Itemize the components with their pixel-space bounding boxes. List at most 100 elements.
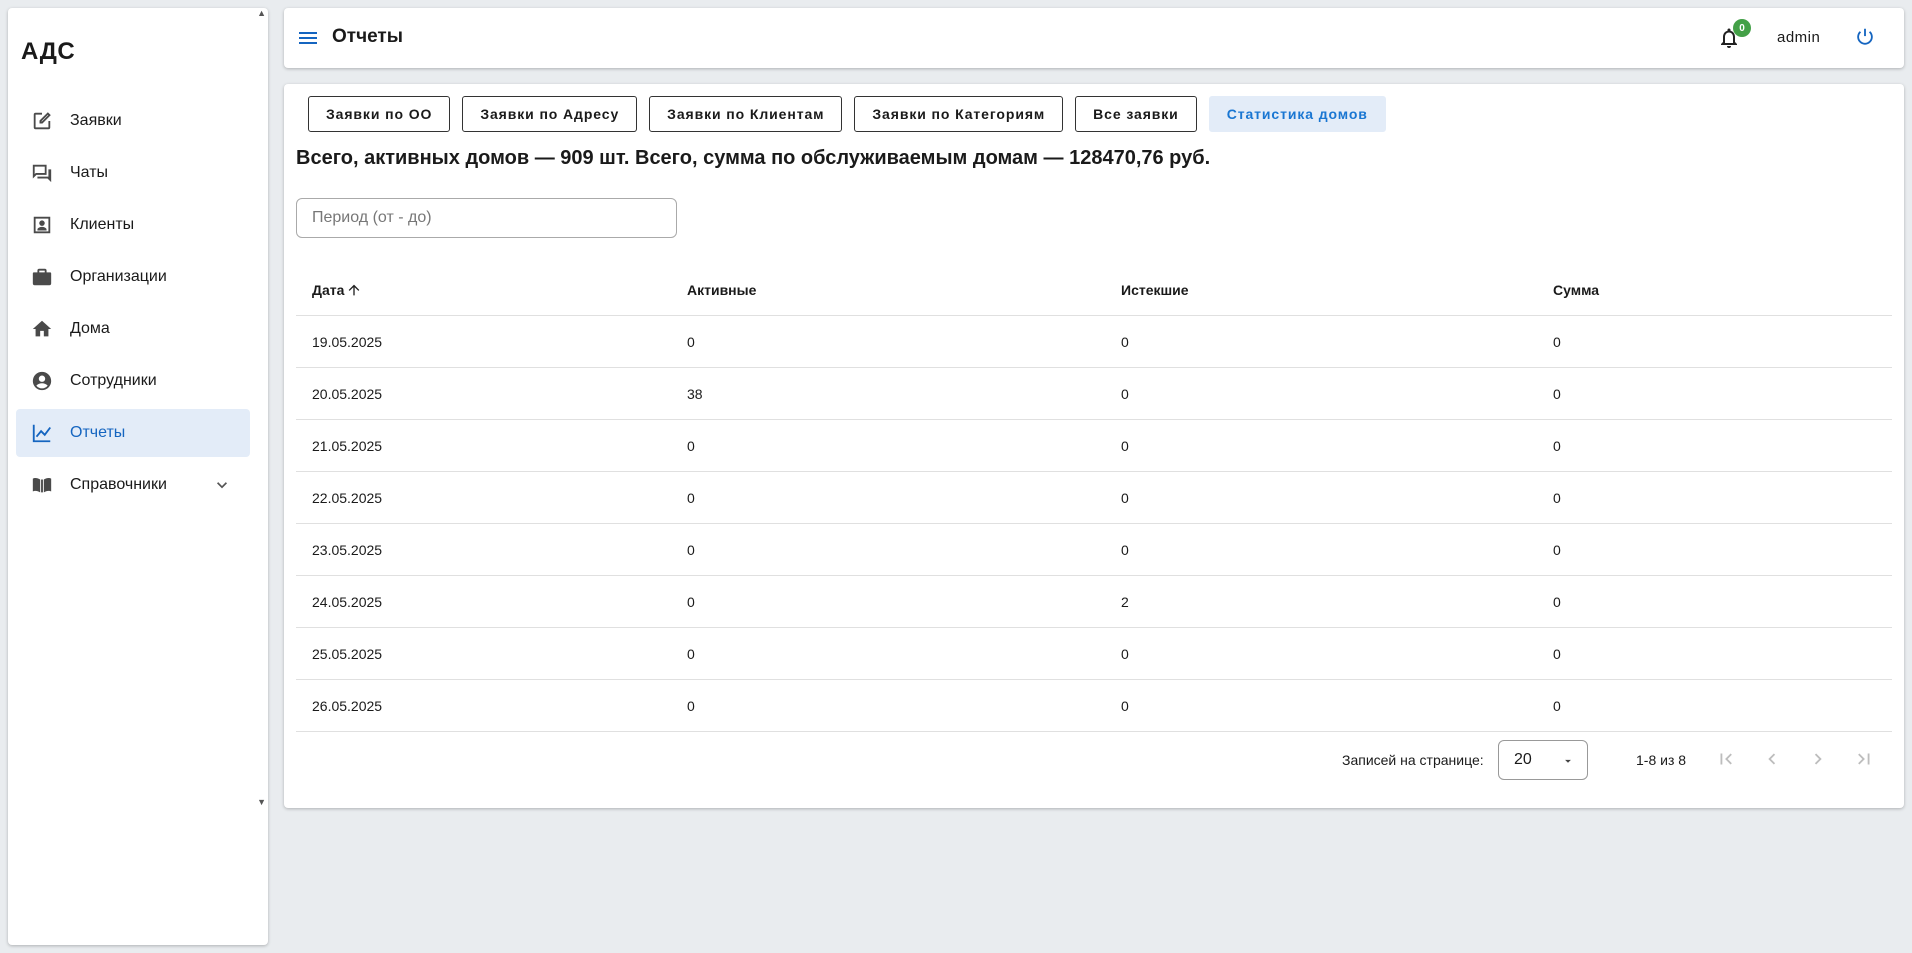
- page-title: Отчеты: [332, 26, 403, 47]
- cell-active: 0: [687, 437, 695, 454]
- cell-date: 22.05.2025: [312, 489, 383, 506]
- rows-per-page-label: Записей на странице:: [1342, 752, 1484, 768]
- table-row: 20.05.2025 38 0 0: [296, 368, 1892, 420]
- sidebar-item-label: Сотрудники: [70, 372, 157, 389]
- sidebar-item-chats[interactable]: Чаты: [16, 149, 250, 197]
- reports-panel: Заявки по ОО Заявки по Адресу Заявки по …: [284, 84, 1904, 808]
- column-header-date[interactable]: Дата: [296, 282, 671, 298]
- sidebar-item-label: Клиенты: [70, 216, 135, 233]
- sidebar-item-label: Заявки: [70, 112, 122, 129]
- table-row: 26.05.2025 0 0 0: [296, 680, 1892, 732]
- menu-icon[interactable]: [296, 26, 320, 50]
- cell-date: 26.05.2025: [312, 697, 383, 714]
- contact-card-icon: [30, 213, 54, 237]
- cell-date: 21.05.2025: [312, 437, 383, 454]
- next-page-icon[interactable]: [1807, 748, 1831, 772]
- rows-per-page-select[interactable]: 20: [1498, 740, 1588, 780]
- tab-house-statistics[interactable]: Статистика домов: [1208, 96, 1386, 132]
- table-row: 22.05.2025 0 0 0: [296, 472, 1892, 524]
- sidebar-item-label: Дома: [70, 320, 110, 337]
- column-header-active[interactable]: Активные: [671, 282, 1105, 298]
- home-icon: [30, 317, 54, 341]
- sidebar-item-directories[interactable]: Справочники: [16, 461, 250, 509]
- dropdown-arrow-icon: [1561, 754, 1575, 768]
- column-header-label: Дата: [312, 281, 345, 298]
- cell-sum: 0: [1553, 333, 1561, 350]
- column-header-sum[interactable]: Сумма: [1537, 282, 1892, 298]
- sidebar-item-label: Справочники: [70, 476, 167, 493]
- sidebar: ▲ АДС Заявки Чаты Клиенты Организации До…: [8, 8, 268, 945]
- tab-requests-by-address[interactable]: Заявки по Адресу: [462, 96, 638, 132]
- sidebar-item-organizations[interactable]: Организации: [16, 253, 250, 301]
- sidebar-item-clients[interactable]: Клиенты: [16, 201, 250, 249]
- cell-expired: 0: [1121, 437, 1129, 454]
- cell-date: 19.05.2025: [312, 333, 383, 350]
- power-icon[interactable]: [1854, 26, 1878, 50]
- cell-date: 24.05.2025: [312, 593, 383, 610]
- cell-active: 0: [687, 333, 695, 350]
- cell-sum: 0: [1553, 645, 1561, 662]
- top-bar: Отчеты 0 admin: [284, 8, 1904, 68]
- tab-requests-by-categories[interactable]: Заявки по Категориям: [854, 96, 1064, 132]
- table-header: Дата Активные Истекшие Сумма: [296, 264, 1892, 316]
- sidebar-item-requests[interactable]: Заявки: [16, 97, 250, 145]
- table-row: 19.05.2025 0 0 0: [296, 316, 1892, 368]
- report-tabs: Заявки по ОО Заявки по Адресу Заявки по …: [308, 96, 1386, 132]
- tab-requests-by-clients[interactable]: Заявки по Клиентам: [649, 96, 843, 132]
- sidebar-item-label: Чаты: [70, 164, 109, 181]
- edit-icon: [30, 109, 54, 133]
- sidebar-item-houses[interactable]: Дома: [16, 305, 250, 353]
- chevron-down-icon[interactable]: [212, 475, 232, 495]
- sort-arrow-up-icon[interactable]: [346, 282, 362, 298]
- summary-text: Всего, активных домов — 909 шт. Всего, с…: [296, 147, 1211, 169]
- period-input[interactable]: [296, 198, 677, 238]
- cell-active: 0: [687, 593, 695, 610]
- username[interactable]: admin: [1777, 29, 1820, 46]
- cell-expired: 2: [1121, 593, 1129, 610]
- sidebar-item-reports[interactable]: Отчеты: [16, 409, 250, 457]
- sidebar-item-employees[interactable]: Сотрудники: [16, 357, 250, 405]
- chat-icon: [30, 161, 54, 185]
- cell-expired: 0: [1121, 645, 1129, 662]
- cell-active: 38: [687, 385, 703, 402]
- briefcase-icon: [30, 265, 54, 289]
- account-circle-icon: [30, 369, 54, 393]
- cell-sum: 0: [1553, 489, 1561, 506]
- rows-per-page-value: 20: [1514, 751, 1532, 768]
- cell-expired: 0: [1121, 385, 1129, 402]
- table-row: 25.05.2025 0 0 0: [296, 628, 1892, 680]
- cell-sum: 0: [1553, 437, 1561, 454]
- cell-active: 0: [687, 645, 695, 662]
- cell-date: 23.05.2025: [312, 541, 383, 558]
- tab-all-requests[interactable]: Все заявки: [1075, 96, 1197, 132]
- cell-date: 25.05.2025: [312, 645, 383, 662]
- app-logo: АДС: [21, 38, 76, 65]
- pagination: Записей на странице: 20 1-8 из 8: [284, 740, 1904, 780]
- table-row: 24.05.2025 0 2 0: [296, 576, 1892, 628]
- notification-badge: 0: [1733, 19, 1751, 37]
- scroll-down-arrow-icon[interactable]: ▼: [257, 797, 266, 807]
- table-row: 21.05.2025 0 0 0: [296, 420, 1892, 472]
- cell-active: 0: [687, 697, 695, 714]
- previous-page-icon[interactable]: [1761, 748, 1785, 772]
- statistics-table: Дата Активные Истекшие Сумма 19.05.2025 …: [296, 264, 1892, 732]
- cell-sum: 0: [1553, 541, 1561, 558]
- cell-sum: 0: [1553, 593, 1561, 610]
- last-page-icon[interactable]: [1853, 748, 1877, 772]
- cell-active: 0: [687, 541, 695, 558]
- cell-date: 20.05.2025: [312, 385, 383, 402]
- tab-requests-by-oo[interactable]: Заявки по ОО: [308, 96, 451, 132]
- cell-active: 0: [687, 489, 695, 506]
- cell-sum: 0: [1553, 697, 1561, 714]
- cell-expired: 0: [1121, 541, 1129, 558]
- book-icon: [30, 473, 54, 497]
- first-page-icon[interactable]: [1715, 748, 1739, 772]
- sidebar-item-label: Организации: [70, 268, 167, 285]
- scroll-up-arrow-icon[interactable]: ▲: [257, 8, 266, 18]
- column-header-expired[interactable]: Истекшие: [1105, 282, 1537, 298]
- table-row: 23.05.2025 0 0 0: [296, 524, 1892, 576]
- sidebar-nav: Заявки Чаты Клиенты Организации Дома Сот…: [16, 97, 250, 513]
- line-chart-icon: [30, 421, 54, 445]
- cell-expired: 0: [1121, 697, 1129, 714]
- sidebar-item-label: Отчеты: [70, 424, 126, 441]
